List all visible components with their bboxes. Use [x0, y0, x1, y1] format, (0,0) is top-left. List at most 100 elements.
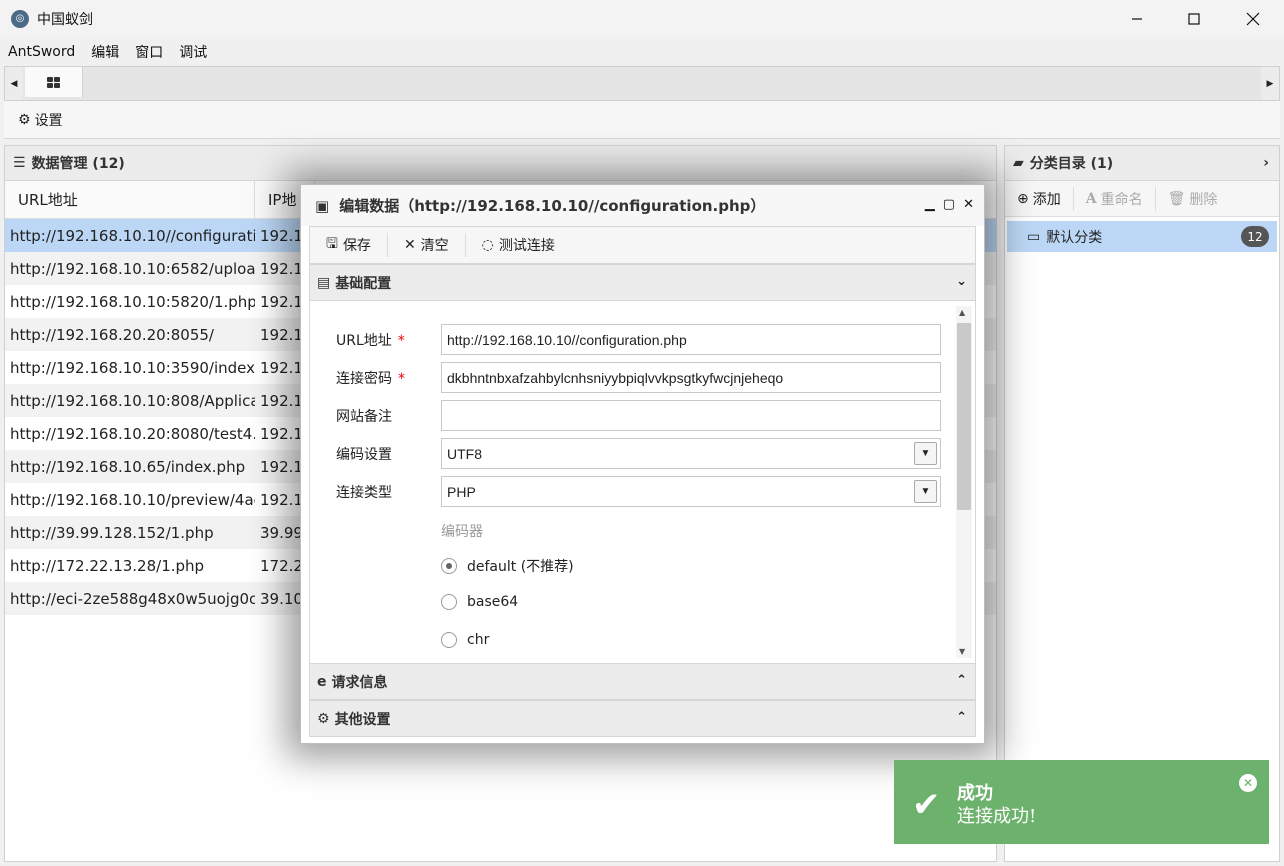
- add-label: 添加: [1032, 191, 1061, 208]
- cell-url: http://192.168.10.65/index.php: [10, 457, 246, 476]
- main-toolbar: ⚙ 设置: [4, 101, 1280, 139]
- cell-url: http://192.168.20.20:8055/: [10, 325, 214, 344]
- test-connection-button[interactable]: ◌ 测试连接: [466, 233, 571, 257]
- spinner-icon: ◌: [481, 237, 494, 253]
- window-icon: ▣: [315, 196, 330, 215]
- scroll-up-icon[interactable]: ▲: [959, 308, 965, 317]
- category-count-badge: 12: [1241, 226, 1269, 247]
- cell-url: http://192.168.10.10:3590/index.p: [10, 358, 255, 377]
- category-item-default[interactable]: ▭ 默认分类 12: [1007, 221, 1277, 252]
- chevron-down-icon[interactable]: ▼: [914, 480, 937, 503]
- minimize-button[interactable]: [1108, 0, 1166, 37]
- url-input[interactable]: http://192.168.10.10//configuration.php: [441, 324, 941, 355]
- encoder-option-label: base64: [467, 594, 519, 610]
- type-label: 连接类型: [336, 485, 392, 501]
- chevron-down-icon[interactable]: ▼: [914, 442, 937, 465]
- cell-url: http://192.168.10.10//configuratic: [10, 226, 255, 245]
- type-value: PHP: [447, 483, 476, 500]
- password-label: 连接密码 *: [336, 371, 405, 387]
- ie-icon: e: [317, 673, 327, 690]
- app-logo-icon: ◎: [11, 9, 29, 28]
- clear-button[interactable]: ✕ 清空: [388, 233, 466, 257]
- add-category-button[interactable]: ⊕ 添加: [1005, 186, 1074, 211]
- tab-scroll-left-icon[interactable]: ◀: [5, 67, 23, 100]
- encoder-label: 编码器: [441, 524, 483, 540]
- cell-url: http://39.99.128.152/1.php: [10, 523, 214, 542]
- delete-label: 删除: [1189, 191, 1218, 208]
- title-bar: ◎ 中国蚁剑: [0, 0, 1284, 37]
- type-select[interactable]: PHP ▼: [441, 476, 941, 507]
- scroll-down-icon[interactable]: ▼: [959, 647, 965, 656]
- maximize-button[interactable]: [1165, 0, 1223, 37]
- cell-url: http://192.168.10.10:808/Applicat: [10, 391, 255, 410]
- tab-scroll-right-icon[interactable]: ▶: [1261, 67, 1279, 100]
- dialog-controls: ▁ ▢ ✕: [925, 197, 974, 212]
- dialog-maximize-icon[interactable]: ▢: [943, 197, 955, 212]
- minimize-icon: [1132, 17, 1142, 20]
- scroll-thumb[interactable]: [957, 323, 971, 510]
- encoding-select[interactable]: UTF8 ▼: [441, 438, 941, 469]
- edit-data-dialog: ▣ 编辑数据（http://192.168.10.10//configurati…: [300, 184, 985, 744]
- window-title: 中国蚁剑: [37, 11, 93, 28]
- delete-category-button[interactable]: 🗑 删除: [1156, 187, 1230, 211]
- encoder-option-label: default (不推荐): [467, 559, 574, 575]
- menu-antsword[interactable]: AntSword: [0, 44, 83, 60]
- save-label: 保存: [342, 238, 371, 254]
- times-icon: ✕: [403, 237, 416, 253]
- request-info-header[interactable]: e 请求信息 ⌃: [309, 663, 976, 700]
- request-info-title: 请求信息: [331, 674, 388, 691]
- folder-outline-icon: ▭: [1027, 228, 1041, 245]
- radio-unchecked-icon[interactable]: [441, 594, 457, 610]
- close-button[interactable]: [1224, 0, 1282, 37]
- encoding-value: UTF8: [447, 445, 482, 462]
- chevron-right-icon[interactable]: ›: [1263, 155, 1269, 171]
- basic-config-header[interactable]: ▤ 基础配置 ⌄: [309, 264, 976, 301]
- tab-dashboard[interactable]: [25, 67, 83, 97]
- data-panel-header: ☰ 数据管理 (12): [5, 146, 996, 181]
- password-input[interactable]: dkbhntnbxafzahbylcnhsniyybpiqlvvkpsgtkyf…: [441, 362, 941, 393]
- cell-url: http://192.168.10.20:8080/test4.j: [10, 424, 255, 443]
- folder-icon: ▰: [1013, 155, 1024, 171]
- toast-close-icon[interactable]: ✕: [1239, 774, 1257, 792]
- radio-unchecked-icon[interactable]: [441, 632, 457, 648]
- dialog-minimize-icon[interactable]: ▁: [925, 197, 935, 212]
- radio-checked-icon[interactable]: [441, 558, 457, 574]
- test-label: 测试连接: [498, 238, 555, 254]
- encoder-option-chr[interactable]: chr: [441, 632, 489, 648]
- settings-label: 设置: [34, 112, 63, 129]
- category-panel-title: 分类目录 (1): [1029, 156, 1114, 172]
- form-scrollbar[interactable]: ▲ ▼: [956, 306, 972, 658]
- category-name: 默认分类: [1046, 229, 1103, 246]
- column-header-url[interactable]: URL地址: [5, 181, 255, 218]
- save-button[interactable]: 🖫 保存: [310, 233, 388, 257]
- menu-window[interactable]: 窗口: [127, 42, 171, 62]
- category-toolbar: ⊕ 添加 A 重命名 🗑 删除: [1005, 181, 1279, 217]
- other-settings-header[interactable]: ⚙ 其他设置 ⌃: [309, 700, 976, 737]
- menu-debug[interactable]: 调试: [171, 42, 215, 62]
- tab-bar: ◀ ▶: [4, 66, 1280, 101]
- encoder-option-base64[interactable]: base64: [441, 594, 518, 610]
- toast-message: 连接成功!: [957, 806, 1037, 827]
- maximize-icon: [1188, 12, 1200, 25]
- cogs-icon: ⚙: [317, 710, 330, 727]
- list-icon: ☰: [13, 155, 26, 171]
- dialog-toolbar: 🖫 保存 ✕ 清空 ◌ 测试连接: [309, 226, 976, 264]
- other-settings-title: 其他设置: [334, 711, 391, 728]
- url-label: URL地址 *: [336, 333, 405, 349]
- encoder-option-default[interactable]: default (不推荐): [441, 556, 574, 576]
- rename-label: 重命名: [1100, 191, 1143, 208]
- cell-url: http://172.22.13.28/1.php: [10, 556, 205, 575]
- encoder-option-label: chr: [467, 632, 490, 648]
- clear-label: 清空: [420, 238, 449, 254]
- dialog-title-bar: ▣ 编辑数据（http://192.168.10.10//configurati…: [301, 185, 984, 226]
- dialog-title: 编辑数据（http://192.168.10.10//configuration…: [339, 197, 766, 215]
- data-panel-title: 数据管理 (12): [31, 156, 125, 172]
- chevron-up-icon: ⌃: [956, 710, 967, 725]
- dialog-close-icon[interactable]: ✕: [963, 197, 974, 212]
- settings-button[interactable]: ⚙ 设置: [18, 110, 63, 130]
- rename-category-button[interactable]: A 重命名: [1074, 186, 1156, 211]
- menu-edit[interactable]: 编辑: [83, 42, 127, 62]
- category-panel-header: ▰ 分类目录 (1) ›: [1005, 146, 1279, 181]
- note-input[interactable]: [441, 400, 941, 431]
- floppy-icon: 🖫: [326, 236, 338, 252]
